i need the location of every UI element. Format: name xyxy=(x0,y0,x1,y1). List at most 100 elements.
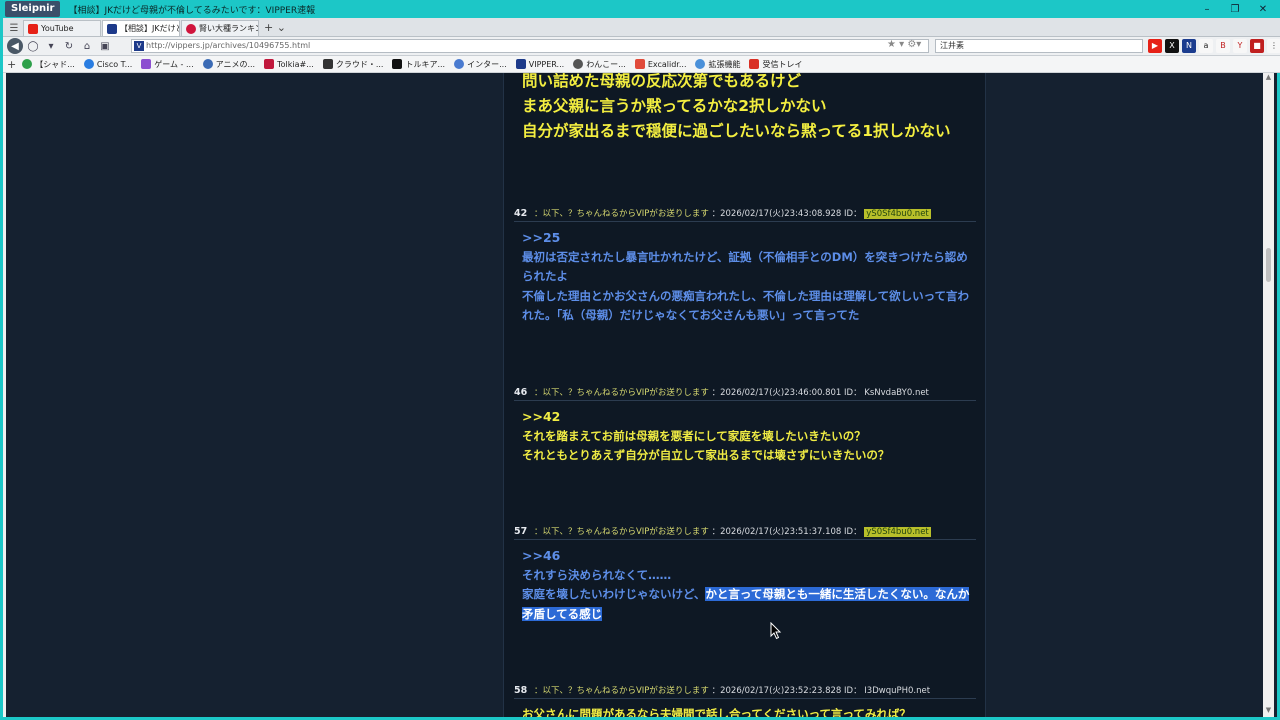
bookmark-item[interactable]: アニメの... xyxy=(202,59,256,70)
scrollbar-thumb[interactable] xyxy=(1266,248,1271,282)
bookmark-item[interactable]: インター... xyxy=(454,59,507,70)
close-button[interactable]: ✕ xyxy=(1249,0,1277,18)
tab-vipper[interactable]: 【相談】JKだけど... xyxy=(102,20,180,36)
post-line: 不倫した理由とかお父さんの悪痴言われたし、不倫した理由は理解して欲しいって言われ… xyxy=(522,288,970,323)
sec-icon xyxy=(322,59,333,69)
amazon-icon[interactable]: a xyxy=(1199,39,1213,53)
post-text-plain: 家庭を壊したいわけじゃないけど、 xyxy=(522,587,706,601)
article-column: 問い詰めた母親の反応次第でもあるけど まあ父親に言うか黙ってるかな2択しかない … xyxy=(503,73,986,717)
post-line: それすら決められなくて…… xyxy=(522,567,672,582)
search-text: 江井素 xyxy=(940,41,964,50)
tab-list-icon[interactable]: ☰ xyxy=(7,20,21,36)
bookmark-item[interactable]: Tolkia#... xyxy=(264,59,314,69)
bookmark-label: わんこー... xyxy=(586,59,626,69)
post-header: 58 ：以下、？ちゃんねるからVIPがお送りします ：2026/02/17(火)… xyxy=(514,684,976,699)
forward-button[interactable]: ◯ xyxy=(25,38,41,54)
post-line: お父さんに問題があるなら夫婦間で話し合ってくださいって言ってみれば？ xyxy=(522,707,911,717)
bookmark-star-icon[interactable]: ★ ▾ ⚙▾ xyxy=(887,39,921,50)
post-header: 42 ：以下、？ちゃんねるからVIPがお送りします ：2026/02/17(火)… xyxy=(514,207,976,222)
scroll-down-arrow-icon[interactable]: ▼ xyxy=(1263,706,1274,717)
post-datetime: ：2026/02/17(火)23:43:08.928 ID： xyxy=(711,209,862,219)
bookmark-label: Tolkia#... xyxy=(277,59,314,69)
scroll-up-arrow-icon[interactable]: ▲ xyxy=(1263,73,1274,84)
post-line: それともとりあえず自分が自立して家出るまでは壊さずにいきたいの？ xyxy=(522,448,890,462)
extension-icon[interactable]: ■ xyxy=(1250,39,1264,53)
post-datetime: ：2026/02/17(火)23:46:00.801 ID： xyxy=(711,388,862,398)
title-bar: Sleipnir 【相談】JKだけど母親が不倫してるみたいです：VIPPER速報… xyxy=(3,0,1280,18)
bookmark-item[interactable]: 【シャド... xyxy=(22,59,75,70)
bookmark-label: ゲーム - ... xyxy=(154,59,194,69)
tab-label: 腎い大種ランキン... xyxy=(199,24,258,33)
post-number[interactable]: 58 xyxy=(514,685,527,696)
puzzle-icon xyxy=(695,59,706,69)
bookmark-item[interactable]: Excalidr... xyxy=(634,59,687,69)
post-body: >>42 それを踏まえてお前は母親を悪者にして家庭を壊したいきたいの？ それとも… xyxy=(522,407,972,466)
post-header: 57 ：以下、？ちゃんねるからVIPがお送りします ：2026/02/17(火)… xyxy=(514,525,976,540)
post-number[interactable]: 46 xyxy=(514,387,527,398)
news-icon[interactable]: N xyxy=(1182,39,1196,53)
reload-icon[interactable]: ↻ xyxy=(61,38,77,54)
internet-icon xyxy=(454,59,465,69)
bookmark-item[interactable]: わんこー... xyxy=(573,59,626,70)
minimize-button[interactable]: – xyxy=(1193,0,1221,18)
post-line: 最初は否定されたし暴言吐かれたけど、証拠（不倫相手とのDM）を突きつけたら認めら… xyxy=(522,249,968,284)
menu-icon[interactable]: ⋮ xyxy=(1267,39,1280,53)
poster-name: ：以下、？ちゃんねるからVIPがお送りします xyxy=(533,388,709,398)
post-body: お父さんに問題があるなら夫婦間で話し合ってくださいって言ってみれば？ xyxy=(522,705,972,717)
bookmarks-bar: + 【シャド... Cisco T... ゲーム - ... アニメの... T… xyxy=(3,56,1280,73)
yahoo-icon[interactable]: Y xyxy=(1233,39,1247,53)
post-number[interactable]: 57 xyxy=(514,526,527,537)
post-header: 46 ：以下、？ちゃんねるからVIPがお送りします ：2026/02/17(火)… xyxy=(514,386,976,401)
bookmark-item[interactable]: クラウド・... xyxy=(322,59,384,70)
reply-anchor-link[interactable]: >>25 xyxy=(522,228,972,248)
post-number[interactable]: 42 xyxy=(514,208,527,219)
bookmark-item[interactable]: トルキア... xyxy=(392,59,445,70)
poster-id[interactable]: I3DwquPH0.net xyxy=(864,686,930,696)
home-icon[interactable]: ⌂ xyxy=(79,38,95,54)
poster-id[interactable]: yS0Sf4bu0.net xyxy=(864,209,931,219)
bookmark-label: Cisco T... xyxy=(96,59,133,69)
add-bookmark-button[interactable]: + xyxy=(7,58,16,71)
reply-anchor-link[interactable]: >>42 xyxy=(522,407,972,427)
bookmark-item[interactable]: ゲーム - ... xyxy=(141,59,194,70)
save-icon[interactable]: ▣ xyxy=(97,38,113,54)
bookmark-item[interactable]: 受信トレイ xyxy=(749,59,802,70)
x-icon[interactable]: X xyxy=(1165,39,1179,53)
bookmark-item[interactable]: 拡張機能 xyxy=(695,59,740,70)
history-dropdown-icon[interactable]: ▾ xyxy=(43,38,59,54)
reply-anchor-link[interactable]: >>46 xyxy=(522,546,972,566)
youtube-icon[interactable]: ▶ xyxy=(1148,39,1162,53)
poster-id[interactable]: yS0Sf4bu0.net xyxy=(864,527,931,537)
back-button[interactable]: ◀ xyxy=(7,38,23,54)
tab-ranking[interactable]: 腎い大種ランキン... xyxy=(181,20,259,36)
post-line: 自分が家出るまで穏便に過ごしたいなら黙ってる1択しかない xyxy=(522,122,951,140)
bookmark-label: 【シャド... xyxy=(35,59,75,69)
address-input[interactable]: V http://vippers.jp/archives/10496755.ht… xyxy=(131,39,929,53)
post-line: まあ父親に言うか黙ってるかな2択しかない xyxy=(522,97,827,115)
vertical-scrollbar[interactable]: ▲ ▼ xyxy=(1263,73,1274,717)
new-tab-button[interactable]: + ⌄ xyxy=(264,20,286,36)
bookmark-item[interactable]: Cisco T... xyxy=(83,59,133,69)
tolkia-icon xyxy=(264,59,275,69)
maximize-button[interactable]: ❐ xyxy=(1221,0,1249,18)
gmail-icon xyxy=(749,59,760,69)
search-input[interactable]: 江井素 xyxy=(935,39,1143,53)
browser-window: Sleipnir 【相談】JKだけど母親が不倫してるみたいです：VIPPER速報… xyxy=(0,0,1280,720)
bookmark-label: Excalidr... xyxy=(647,59,687,69)
bookmark-item[interactable]: VIPPER... xyxy=(515,59,565,69)
tab-youtube[interactable]: YouTube xyxy=(23,20,101,36)
toolbar-icons: ▶ X N a B Y ■ ⋮ xyxy=(1148,39,1280,53)
b-icon[interactable]: B xyxy=(1216,39,1230,53)
bookmark-label: 受信トレイ xyxy=(762,59,803,69)
excalidraw-icon xyxy=(634,59,645,69)
bookmark-label: アニメの... xyxy=(215,59,256,69)
app-menu-button[interactable]: Sleipnir xyxy=(5,1,61,17)
poster-id[interactable]: KsNvdaBY0.net xyxy=(864,388,929,398)
mouse-cursor-icon xyxy=(770,622,782,640)
poster-name: ：以下、？ちゃんねるからVIPがお送りします xyxy=(533,527,709,537)
site-favicon: V xyxy=(134,41,144,51)
post-line: 問い詰めた母親の反応次第でもあるけど xyxy=(522,73,802,90)
bookmark-label: インター... xyxy=(467,59,507,69)
bookmark-label: クラウド・... xyxy=(335,59,384,69)
bookmark-label: VIPPER... xyxy=(528,59,565,69)
